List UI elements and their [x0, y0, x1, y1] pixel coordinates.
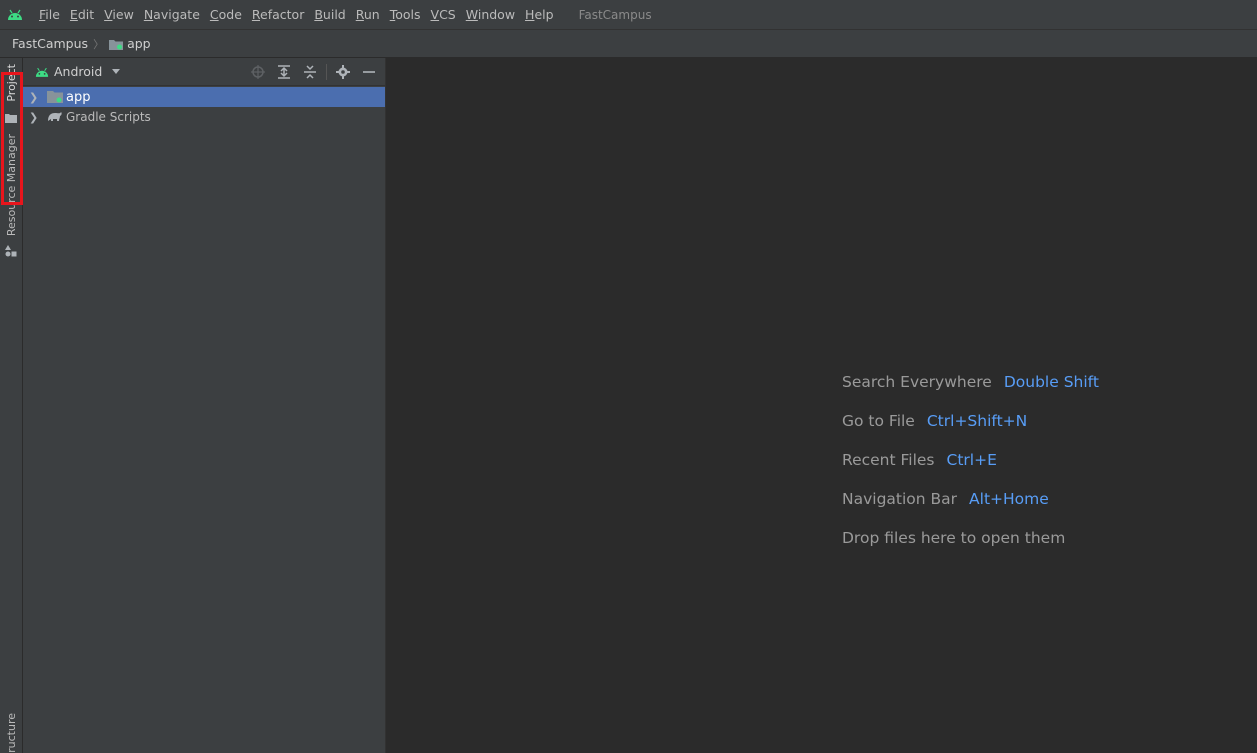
menu-navigate[interactable]: Navigate: [139, 7, 205, 22]
hint-action: Search Everywhere: [842, 373, 992, 391]
menu-window[interactable]: Window: [461, 7, 520, 22]
tab-project[interactable]: Project: [0, 64, 22, 124]
menu-file[interactable]: File: [34, 7, 65, 22]
menu-view[interactable]: View: [99, 7, 139, 22]
menu-help[interactable]: Help: [520, 7, 559, 22]
project-tree: ❯ app ❯ Gradle Scripts: [23, 86, 385, 127]
tree-item-gradle-scripts[interactable]: ❯ Gradle Scripts: [23, 107, 385, 127]
android-icon: [7, 8, 29, 22]
tab-resource-manager[interactable]: Resource Manager: [0, 134, 22, 259]
hint-navigation-bar: Navigation Bar Alt+Home: [842, 490, 1099, 529]
tree-item-label: app: [66, 89, 91, 105]
breadcrumb-module[interactable]: app: [127, 36, 151, 51]
hint-drop-files: Drop files here to open them: [842, 529, 1099, 568]
hint-shortcut: Double Shift: [1003, 373, 1099, 391]
menu-run[interactable]: Run: [351, 7, 385, 22]
chevron-down-icon[interactable]: [112, 69, 121, 74]
empty-editor-hints: Search Everywhere Double Shift Go to Fil…: [842, 373, 1099, 568]
project-panel: Android ❯ app ❯ Gradle Scripts: [23, 58, 386, 753]
expand-all-icon[interactable]: [274, 62, 294, 82]
hint-shortcut: Alt+Home: [969, 490, 1049, 508]
menu-build[interactable]: Build: [309, 7, 350, 22]
android-icon: [35, 66, 49, 78]
toolbar-divider: [326, 63, 327, 80]
editor-area[interactable]: Search Everywhere Double Shift Go to Fil…: [386, 58, 1257, 753]
project-panel-header: Android: [23, 58, 385, 86]
hint-action: Drop files here to open them: [842, 529, 1066, 547]
collapse-all-icon[interactable]: [300, 62, 320, 82]
breadcrumb-project[interactable]: FastCampus: [12, 36, 88, 51]
window-title: FastCampus: [578, 7, 652, 22]
hint-go-to-file: Go to File Ctrl+Shift+N: [842, 412, 1099, 451]
menu-bar: File Edit View Navigate Code Refactor Bu…: [0, 0, 1257, 30]
folder-icon: [5, 108, 17, 127]
tab-structure[interactable]: ructure: [0, 713, 22, 753]
chevron-right-icon[interactable]: ❯: [29, 91, 41, 104]
menu-refactor[interactable]: Refactor: [247, 7, 309, 22]
breadcrumb: FastCampus 〉 app: [0, 30, 1257, 58]
module-folder-icon: [109, 38, 124, 50]
hint-recent-files: Recent Files Ctrl+E: [842, 451, 1099, 490]
hint-shortcut: Ctrl+Shift+N: [926, 412, 1028, 430]
gear-icon[interactable]: [333, 62, 353, 82]
project-view-select[interactable]: Android: [54, 64, 102, 79]
tree-item-app[interactable]: ❯ app: [23, 87, 385, 107]
hint-action: Recent Files: [842, 451, 935, 469]
resource-manager-icon: [5, 242, 17, 261]
minimize-icon[interactable]: [359, 62, 379, 82]
locate-icon[interactable]: [248, 62, 268, 82]
hint-action: Navigation Bar: [842, 490, 958, 508]
gradle-icon: [47, 110, 63, 124]
chevron-right-icon[interactable]: ❯: [29, 111, 41, 124]
menu-vcs[interactable]: VCS: [426, 7, 461, 22]
tab-structure-label: ructure: [4, 713, 18, 753]
tree-item-label: Gradle Scripts: [66, 110, 151, 124]
menu-edit[interactable]: Edit: [65, 7, 99, 22]
menu-tools[interactable]: Tools: [385, 7, 426, 22]
left-tool-strip: Project Resource Manager ructure: [0, 58, 23, 753]
module-folder-icon: [47, 90, 63, 104]
tab-resource-manager-label: Resource Manager: [4, 134, 18, 237]
hint-shortcut: Ctrl+E: [946, 451, 997, 469]
menu-code[interactable]: Code: [205, 7, 247, 22]
hint-action: Go to File: [842, 412, 915, 430]
chevron-right-icon: 〉: [93, 37, 105, 51]
hint-search-everywhere: Search Everywhere Double Shift: [842, 373, 1099, 412]
project-panel-toolbar: [242, 58, 379, 85]
tab-project-label: Project: [4, 64, 18, 102]
